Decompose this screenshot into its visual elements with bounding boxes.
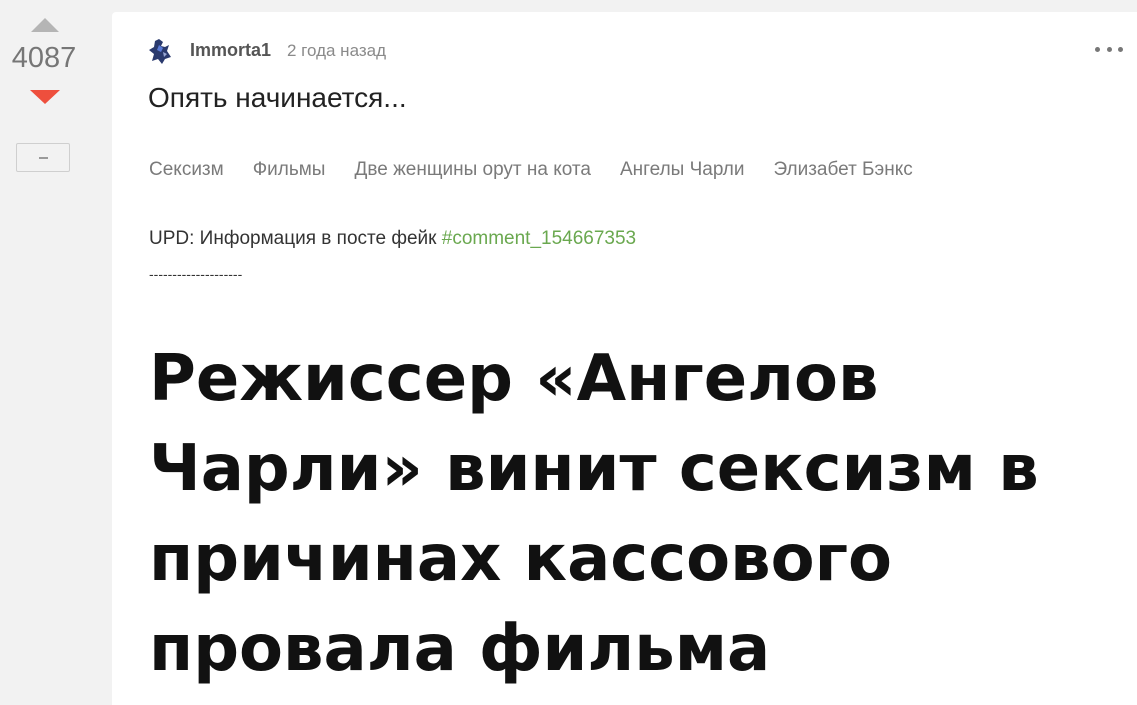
headline-line: причинах кассового (149, 522, 892, 596)
avatar[interactable] (147, 37, 175, 65)
headline-line: Чарли» винит сексизм в (149, 432, 1039, 506)
downvote-triangle-icon[interactable] (30, 90, 60, 104)
page: 4087 Immorta1 2 года назад Опять начинае… (0, 0, 1137, 705)
post-time: 2 года назад (287, 41, 387, 60)
tag-sexism[interactable]: Сексизм (149, 159, 224, 181)
dot-icon (1118, 46, 1123, 52)
author-name[interactable]: Immorta1 (190, 40, 271, 61)
dot-icon (1106, 46, 1112, 52)
text-divider: -------------------- (149, 266, 243, 282)
headline-image-text: Режиссер «Ангелов Чарли» винит сексизм в… (149, 334, 1049, 694)
tag-charlies-angels[interactable]: Ангелы Чарли (620, 159, 744, 181)
rating-count: 4087 (11, 42, 77, 74)
more-options-button[interactable] (1095, 42, 1123, 56)
upvote-triangle-icon[interactable] (31, 18, 59, 32)
vote-rail: 4087 (0, 0, 112, 705)
headline-line: провала фильма (149, 612, 771, 686)
update-note: UPD: Информация в посте фейк #comment_15… (149, 228, 636, 250)
tag-list: Сексизм Фильмы Две женщины орут на кота … (149, 159, 942, 181)
update-text: UPD: Информация в посте фейк (149, 228, 442, 249)
tag-elizabeth-banks[interactable]: Элизабет Бэнкс (773, 159, 912, 181)
tag-films[interactable]: Фильмы (253, 159, 326, 181)
dot-icon (1095, 46, 1100, 52)
post-title[interactable]: Опять начинается... (148, 82, 407, 114)
tag-two-women-cat[interactable]: Две женщины орут на кота (354, 159, 591, 181)
collapse-button[interactable] (16, 143, 70, 172)
headline-line: Режиссер «Ангелов (149, 342, 879, 416)
minus-icon (38, 156, 48, 159)
post-card: Immorta1 2 года назад Опять начинается..… (112, 12, 1137, 705)
comment-link[interactable]: #comment_154667353 (442, 228, 636, 249)
